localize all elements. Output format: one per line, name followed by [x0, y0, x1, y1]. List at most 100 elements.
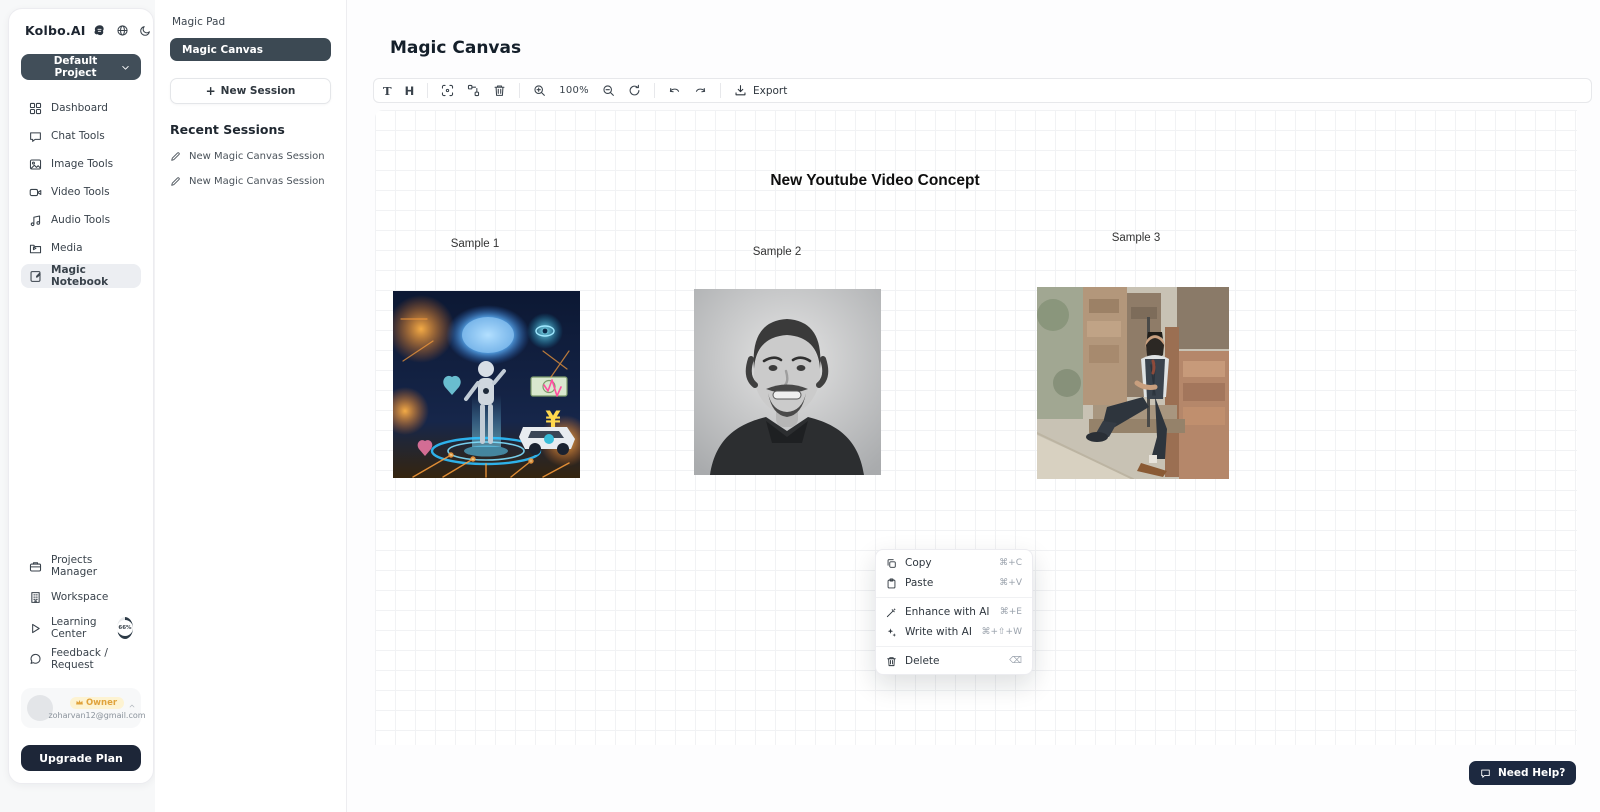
trash-icon — [886, 656, 897, 667]
sample-2-label[interactable]: Sample 2 — [732, 246, 822, 258]
context-menu-item-write-with-ai[interactable]: Write with AI ⌘+⇧+W — [876, 622, 1032, 642]
learning-progress-ring: 66% — [117, 617, 133, 639]
context-menu-item-enhance-with-ai[interactable]: Enhance with AI ⌘+E — [876, 602, 1032, 622]
shortcut: ⌫ — [1009, 656, 1022, 666]
reset-rotate-icon — [628, 84, 641, 97]
learning-progress-value: 66% — [117, 620, 133, 636]
sidebar-item-learning-center[interactable]: Learning Center 66% — [21, 616, 141, 640]
ai-select-tool-button[interactable] — [441, 84, 454, 97]
sidebar-item-magic-notebook[interactable]: Magic Notebook — [21, 264, 141, 288]
tab-magic-pad[interactable]: Magic Pad — [170, 14, 331, 38]
sidebar-item-image-tools[interactable]: Image Tools — [21, 152, 141, 176]
dark-mode-moon-icon[interactable] — [139, 24, 152, 37]
sidebar-item-workspace[interactable]: Workspace — [21, 585, 141, 609]
building-icon — [29, 591, 42, 604]
media-folder-icon — [29, 242, 42, 255]
paste-clipboard-icon — [886, 578, 897, 589]
enhance-wand-icon — [886, 607, 897, 618]
export-label: Export — [753, 85, 787, 97]
reset-view-button[interactable] — [628, 84, 641, 97]
toolbar-divider — [720, 83, 721, 98]
zoom-out-icon — [602, 84, 615, 97]
user-account-card[interactable]: Owner zoharvan12@gmail.com — [21, 688, 141, 728]
export-button[interactable]: Export — [734, 84, 787, 97]
sidebar-item-label: Audio Tools — [51, 214, 110, 226]
undo-button[interactable] — [668, 84, 681, 97]
sidebar-item-label: Projects Manager — [51, 554, 133, 578]
sidebar-item-projects-manager[interactable]: Projects Manager — [21, 554, 141, 578]
new-session-label: New Session — [221, 85, 296, 97]
text-tool-button[interactable]: T — [383, 84, 392, 98]
project-selector[interactable]: Default Project — [21, 54, 141, 80]
sidebar-item-label: Chat Tools — [51, 130, 105, 142]
feedback-bubble-icon — [29, 653, 42, 666]
redo-button[interactable] — [694, 84, 707, 97]
session-label: New Magic Canvas Session — [189, 151, 325, 162]
sidebar-item-label: Video Tools — [51, 186, 110, 198]
context-menu-item-delete[interactable]: Delete ⌫ — [876, 651, 1032, 671]
need-help-label: Need Help? — [1498, 767, 1565, 779]
sidebar-nav: Dashboard Chat Tools Image Tools Video T… — [21, 96, 141, 288]
sidebar-item-media[interactable]: Media — [21, 236, 141, 260]
sample-1-label[interactable]: Sample 1 — [430, 238, 520, 250]
zoom-in-button[interactable] — [533, 84, 546, 97]
new-session-button[interactable]: + New Session — [170, 78, 331, 104]
session-list-item[interactable]: New Magic Canvas Session — [170, 151, 331, 162]
sidebar: Kolbo.AI Default Project Dashboard Chat … — [8, 8, 154, 784]
play-icon — [29, 622, 42, 635]
sidebar-item-audio-tools[interactable]: Audio Tools — [21, 208, 141, 232]
session-list-item[interactable]: New Magic Canvas Session — [170, 176, 331, 187]
sidebar-item-label: Workspace — [51, 591, 108, 603]
sample-1-image[interactable]: ¥ — [393, 291, 580, 478]
sidebar-item-label: Learning Center — [51, 616, 106, 640]
context-menu-item-paste[interactable]: Paste ⌘+V — [876, 573, 1032, 593]
connector-icon — [467, 84, 480, 97]
brand-logo: Kolbo.AI — [25, 23, 86, 38]
upgrade-plan-button[interactable]: Upgrade Plan — [21, 745, 141, 771]
session-panel: Magic Pad Magic Canvas + New Session Rec… — [155, 0, 347, 812]
heading-tool-button[interactable]: H — [405, 84, 415, 98]
chevron-down-icon — [120, 62, 131, 73]
language-globe-icon[interactable] — [116, 24, 129, 37]
sparkles-icon — [886, 627, 897, 638]
notebook-pen-icon — [29, 270, 42, 283]
trash-icon — [493, 84, 506, 97]
canvas-heading-text[interactable]: New Youtube Video Concept — [665, 172, 1085, 190]
undo-icon — [668, 84, 681, 97]
connector-tool-button[interactable] — [467, 84, 480, 97]
zoom-out-button[interactable] — [602, 84, 615, 97]
zoom-level: 100% — [559, 85, 589, 96]
toolbar-divider — [654, 83, 655, 98]
sample-3-label[interactable]: Sample 3 — [1091, 232, 1181, 244]
app-root: Kolbo.AI Default Project Dashboard Chat … — [0, 0, 1600, 812]
role-badge-label: Owner — [86, 698, 117, 708]
chat-icon — [29, 130, 42, 143]
sidebar-item-video-tools[interactable]: Video Tools — [21, 180, 141, 204]
delete-tool-button[interactable] — [493, 84, 506, 97]
music-note-icon — [29, 214, 42, 227]
recent-sessions-heading: Recent Sessions — [170, 122, 331, 137]
image-icon — [29, 158, 42, 171]
toolbar-divider — [519, 83, 520, 98]
dashboard-icon — [29, 102, 42, 115]
need-help-button[interactable]: Need Help? — [1469, 761, 1576, 785]
sidebar-item-chat-tools[interactable]: Chat Tools — [21, 124, 141, 148]
toolbar-divider — [427, 83, 428, 98]
sample-3-image[interactable] — [1037, 287, 1229, 479]
sidebar-item-dashboard[interactable]: Dashboard — [21, 96, 141, 120]
page-title: Magic Canvas — [390, 38, 521, 58]
sidebar-footer-nav: Projects Manager Workspace Learning Cent… — [21, 554, 141, 771]
redo-icon — [694, 84, 707, 97]
context-menu-item-copy[interactable]: Copy ⌘+C — [876, 553, 1032, 573]
shortcut: ⌘+⇧+W — [981, 627, 1022, 637]
role-badge: Owner — [70, 697, 124, 709]
briefcase-icon — [29, 560, 42, 573]
session-list: New Magic Canvas Session New Magic Canva… — [170, 151, 331, 187]
brain-logo-icon — [93, 24, 106, 37]
sidebar-item-feedback-request[interactable]: Feedback / Request — [21, 647, 141, 671]
tab-magic-canvas[interactable]: Magic Canvas — [170, 38, 331, 61]
sidebar-item-label: Feedback / Request — [51, 647, 133, 671]
sample-2-image[interactable] — [694, 289, 881, 475]
logo-row: Kolbo.AI — [21, 23, 141, 38]
plus-icon: + — [206, 84, 216, 98]
